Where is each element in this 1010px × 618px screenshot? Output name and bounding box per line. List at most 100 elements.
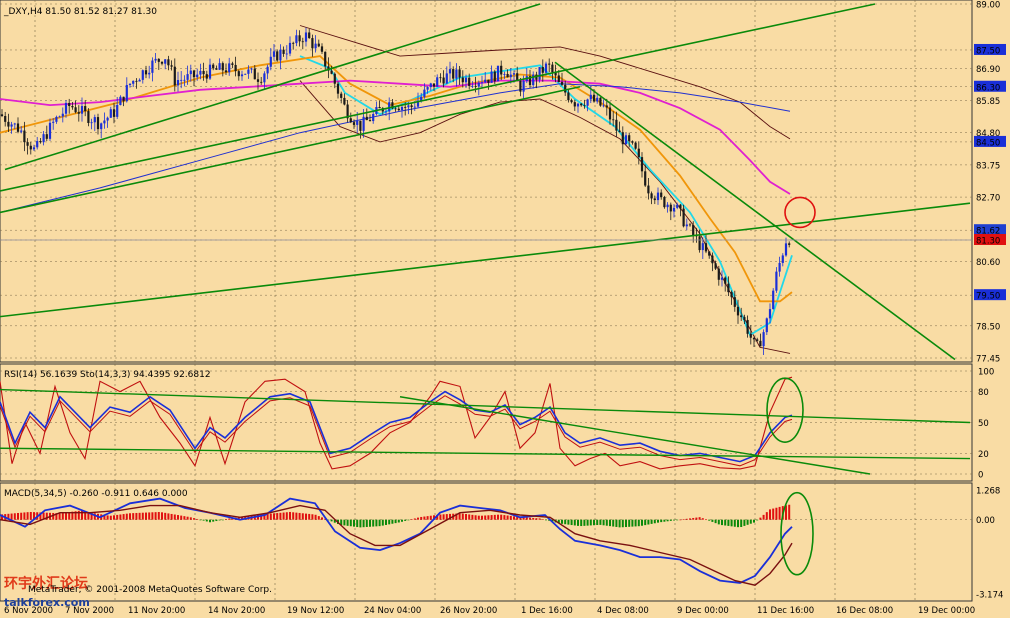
candle-body <box>330 70 333 74</box>
candle-body <box>586 99 589 106</box>
candle-body <box>733 297 736 307</box>
candle-body <box>317 43 320 47</box>
macd-hist-bar <box>343 519 346 526</box>
macd-hist-bar <box>145 512 147 520</box>
macd-hist-bar <box>311 514 314 520</box>
price-label: 79.50 <box>976 292 1000 302</box>
macd-hist-bar <box>513 516 515 520</box>
candle-body <box>474 85 477 87</box>
candle-body <box>208 64 212 79</box>
candle-body <box>663 197 666 208</box>
macd-hist-bar <box>388 519 391 525</box>
macd-hist-bar <box>29 511 32 520</box>
candle-body <box>714 263 717 269</box>
candle-body <box>589 94 592 100</box>
candle-body <box>0 114 4 117</box>
candle-body <box>736 306 740 316</box>
macd-hist-bar <box>401 519 403 522</box>
macd-hist-bar <box>657 519 659 523</box>
macd-hist-bar <box>135 512 138 520</box>
macd-hist-bar <box>122 514 125 520</box>
macd-hist-bar <box>618 519 621 528</box>
candle-body <box>759 340 762 347</box>
candle-body <box>336 83 340 94</box>
macd-hist-bar <box>567 519 570 525</box>
macd-hist-bar <box>196 518 199 520</box>
candle-body <box>583 105 586 107</box>
macd-hist-bar <box>298 512 301 520</box>
price-label: 87.50 <box>976 46 1000 56</box>
macd-hist-bar <box>125 513 128 520</box>
candle-body <box>266 66 269 74</box>
macd-hist-bar <box>599 519 602 525</box>
candle-body <box>269 56 272 67</box>
candle-body <box>93 117 96 123</box>
candle-body <box>48 122 52 139</box>
macd-hist-bar <box>381 519 384 526</box>
candle-body <box>205 74 208 79</box>
macd-hist-bar <box>314 514 317 520</box>
candle-body <box>701 243 704 251</box>
candle-body <box>42 134 45 143</box>
candle-body <box>784 243 788 256</box>
macd-hist-bar <box>753 519 755 523</box>
macd-hist-bar <box>756 519 759 521</box>
candle-body <box>676 204 679 208</box>
macd-hist-bar <box>113 515 115 520</box>
macd-hist-bar <box>644 519 647 526</box>
macd-hist-bar <box>788 504 791 520</box>
macd-hist-bar <box>289 511 291 520</box>
candle-body <box>26 142 29 146</box>
candle-body <box>564 84 567 93</box>
candle-body <box>727 283 730 293</box>
price-label: 85.85 <box>976 97 1000 107</box>
macd-hist-bar <box>391 519 394 524</box>
candle-body <box>618 130 621 133</box>
candle-body <box>612 119 615 121</box>
macd-hist-bar <box>385 519 387 525</box>
candle-body <box>605 105 608 108</box>
candle-body <box>621 132 624 145</box>
macd-hist-bar <box>529 517 531 520</box>
macd-hist-bar <box>10 513 13 520</box>
macd-hist-bar <box>637 519 640 527</box>
main-header: _DXY,H4 81.50 81.52 81.27 81.30 <box>3 7 157 17</box>
macd-hist-bar <box>346 519 349 526</box>
macd-hist-bar <box>628 519 631 527</box>
macd-hist-bar <box>682 519 685 520</box>
macd-hist-bar <box>65 512 67 520</box>
candle-body <box>68 102 71 107</box>
candle-body <box>522 80 525 92</box>
candle-body <box>503 73 506 75</box>
macd-hist-bar <box>106 515 109 520</box>
macd-hist-bar <box>724 519 727 526</box>
candle-body <box>596 97 599 102</box>
candle-body <box>592 94 596 102</box>
macd-hist-bar <box>157 512 160 520</box>
macd-hist-bar <box>538 518 541 520</box>
macd-hist-bar <box>17 512 19 520</box>
candle-body <box>340 93 343 98</box>
candle-body <box>647 185 650 194</box>
candle-body <box>192 70 196 78</box>
macd-hist-bar <box>417 517 419 520</box>
macd-hist-bar <box>541 519 544 520</box>
macd-hist-bar <box>58 513 61 520</box>
rsi-axis-label: 20 <box>978 450 989 460</box>
candle-body <box>20 130 23 132</box>
price-label: 81.30 <box>976 237 1000 247</box>
macd-hist-bar <box>669 519 672 521</box>
macd-hist-bar <box>442 514 445 520</box>
candle-body <box>458 69 461 78</box>
macd-hist-bar <box>212 519 215 522</box>
macd-hist-bar <box>308 513 311 520</box>
macd-hist-bar <box>189 517 192 520</box>
candle-body <box>109 109 112 118</box>
macd-hist-bar <box>161 512 163 520</box>
macd-hist-bar <box>215 519 218 522</box>
candle-body <box>10 124 13 127</box>
macd-hist-bar <box>186 516 189 520</box>
macd-hist-bar <box>365 519 368 527</box>
candle-body <box>631 141 634 143</box>
macd-hist-bar <box>292 512 295 520</box>
